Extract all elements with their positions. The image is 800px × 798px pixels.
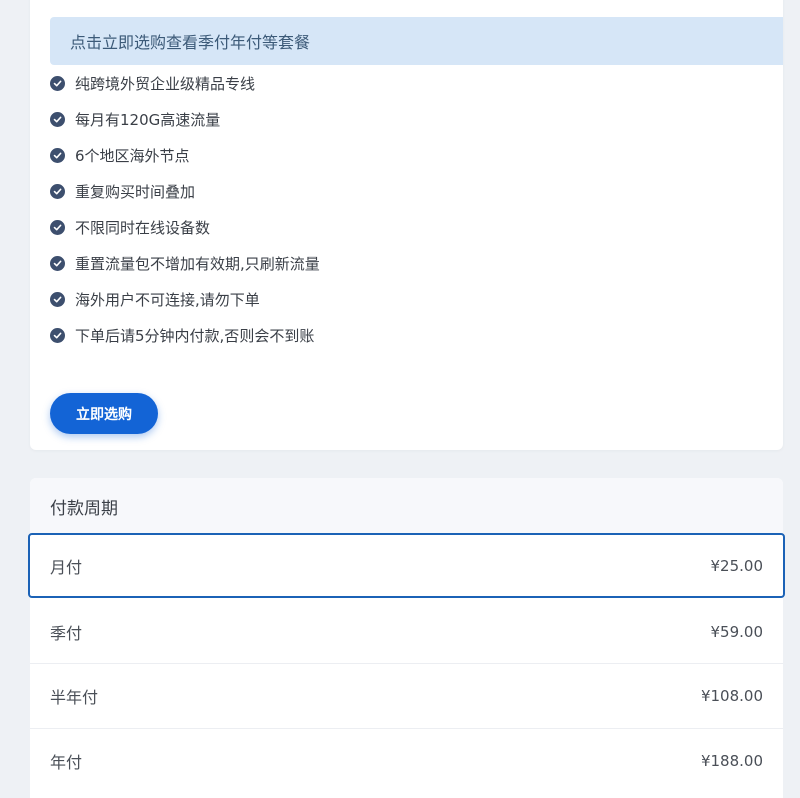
feature-item: 海外用户不可连接,请勿下单 [50, 281, 320, 317]
plan-notice: 点击立即选购查看季付年付等套餐 [50, 17, 783, 65]
feature-text: 不限同时在线设备数 [75, 218, 211, 237]
buy-now-button[interactable]: 立即选购 [50, 393, 158, 434]
period-option-monthly[interactable]: 月付 ¥25.00 [28, 533, 785, 598]
plan-card: 点击立即选购查看季付年付等套餐 纯跨境外贸企业级精品专线 每月有120G高速流量… [30, 0, 783, 450]
feature-item: 重置流量包不增加有效期,只刷新流量 [50, 245, 320, 281]
feature-item: 下单后请5分钟内付款,否则会不到账 [50, 317, 320, 353]
feature-item: 纯跨境外贸企业级精品专线 [50, 65, 320, 101]
check-circle-icon [50, 111, 65, 127]
plan-notice-text: 点击立即选购查看季付年付等套餐 [70, 33, 311, 52]
period-price: ¥108.00 [700, 687, 763, 705]
check-circle-icon [50, 327, 65, 343]
feature-item: 重复购买时间叠加 [50, 173, 320, 209]
feature-item: 每月有120G高速流量 [50, 101, 320, 137]
check-circle-icon [50, 219, 65, 235]
feature-text: 每月有120G高速流量 [75, 110, 221, 129]
feature-text: 纯跨境外贸企业级精品专线 [75, 74, 256, 93]
check-circle-icon [50, 147, 65, 163]
feature-item: 不限同时在线设备数 [50, 209, 320, 245]
period-option-quarterly[interactable]: 季付 ¥59.00 [30, 599, 783, 664]
check-circle-icon [50, 183, 65, 199]
feature-text: 重复购买时间叠加 [75, 182, 196, 201]
check-circle-icon [50, 291, 65, 307]
feature-item: 6个地区海外节点 [50, 137, 320, 173]
period-option-half-year[interactable]: 半年付 ¥108.00 [30, 663, 783, 728]
period-label: 半年付 [50, 688, 99, 707]
period-price: ¥59.00 [710, 622, 764, 641]
period-price: ¥25.00 [710, 556, 764, 575]
feature-list: 纯跨境外贸企业级精品专线 每月有120G高速流量 6个地区海外节点 重复购买时间… [50, 65, 320, 353]
feature-text: 海外用户不可连接,请勿下单 [75, 290, 260, 309]
period-option-yearly[interactable]: 年付 ¥188.00 [30, 728, 783, 793]
feature-text: 下单后请5分钟内付款,否则会不到账 [75, 326, 315, 345]
feature-text: 重置流量包不增加有效期,只刷新流量 [75, 254, 320, 273]
billing-period-title: 付款周期 [50, 498, 118, 519]
check-circle-icon [50, 255, 65, 271]
billing-period-header: 付款周期 [30, 478, 783, 534]
feature-text: 6个地区海外节点 [75, 146, 190, 165]
check-circle-icon [50, 75, 65, 91]
period-label: 年付 [50, 753, 83, 772]
period-price: ¥188.00 [700, 752, 763, 770]
period-label: 季付 [50, 623, 83, 643]
period-label: 月付 [50, 557, 83, 577]
billing-period-card: 付款周期 月付 ¥25.00 季付 ¥59.00 半年付 ¥108.00 年付 … [28, 478, 785, 798]
